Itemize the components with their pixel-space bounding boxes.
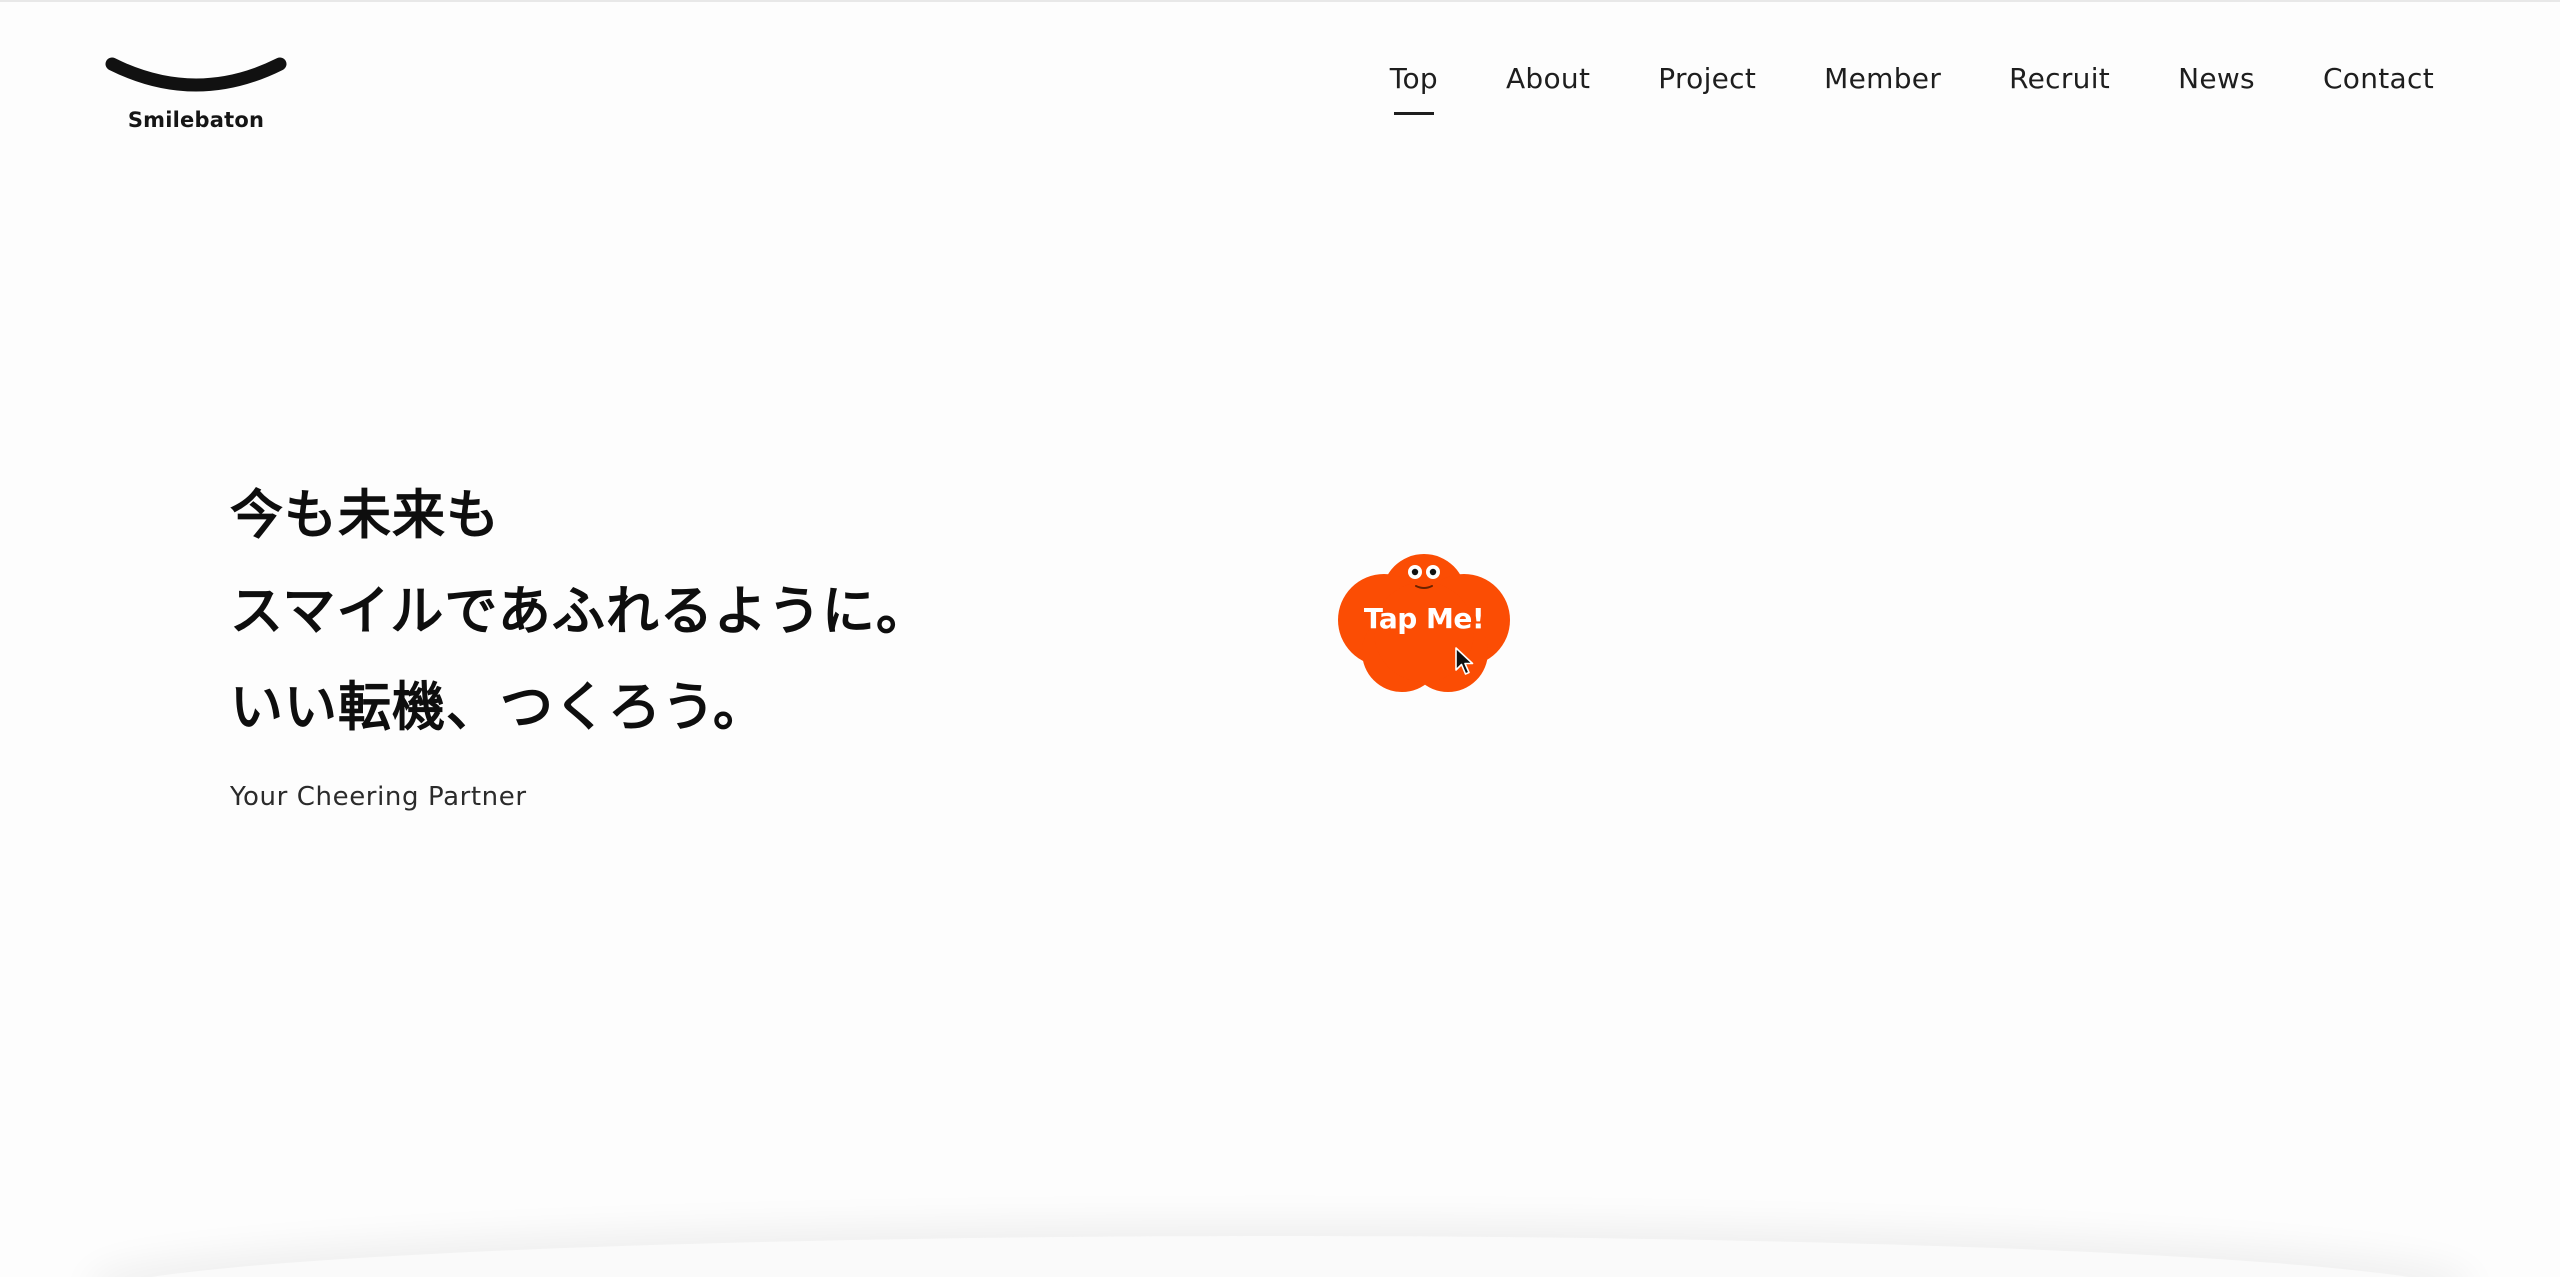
nav-item-top[interactable]: Top bbox=[1389, 62, 1438, 115]
smile-arc-icon bbox=[105, 57, 287, 92]
nav-item-label: Recruit bbox=[2009, 62, 2111, 95]
tap-me-label: Tap Me! bbox=[1363, 602, 1485, 635]
nav-item-label: Top bbox=[1389, 62, 1438, 95]
tap-me-button[interactable]: Tap Me! bbox=[1336, 548, 1512, 696]
brand-logo[interactable]: Smilebaton bbox=[104, 54, 288, 138]
hero-headline-line-1: 今も未来も bbox=[230, 485, 500, 546]
nav-item-about[interactable]: About bbox=[1506, 62, 1590, 96]
top-border bbox=[0, 0, 2560, 2]
active-indicator bbox=[1393, 112, 1434, 115]
nav-item-contact[interactable]: Contact bbox=[2323, 62, 2434, 96]
hero-subtitle: Your Cheering Partner bbox=[230, 782, 527, 812]
hero-section: 今も未来も スマイルであふれるように。 いい転機、つくろう。 Your Chee… bbox=[230, 468, 930, 812]
nav-item-label: Contact bbox=[2322, 62, 2434, 95]
brand-name: Smilebaton bbox=[127, 108, 265, 132]
nav-item-recruit[interactable]: Recruit bbox=[2009, 62, 2110, 96]
hero-headline-line-3: いい転機、つくろう。 bbox=[230, 677, 767, 738]
nav-item-project[interactable]: Project bbox=[1658, 62, 1756, 96]
nav-item-member[interactable]: Member bbox=[1824, 62, 1941, 96]
nav-item-label: News bbox=[2178, 62, 2255, 95]
nav-item-label: Project bbox=[1658, 62, 1757, 95]
nav-item-label: About bbox=[1505, 62, 1591, 95]
hero-headline-line-2: スマイルであふれるように。 bbox=[230, 581, 930, 642]
main-nav: Top About Project Member Recruit News Co… bbox=[1389, 62, 2434, 115]
page: Smilebaton Top About Project Member Recr… bbox=[0, 0, 2560, 1277]
next-section-edge bbox=[90, 1236, 2470, 1277]
nav-item-label: Member bbox=[1824, 62, 1942, 95]
nav-item-news[interactable]: News bbox=[2178, 62, 2255, 96]
mouse-pointer-icon bbox=[1455, 647, 1474, 675]
